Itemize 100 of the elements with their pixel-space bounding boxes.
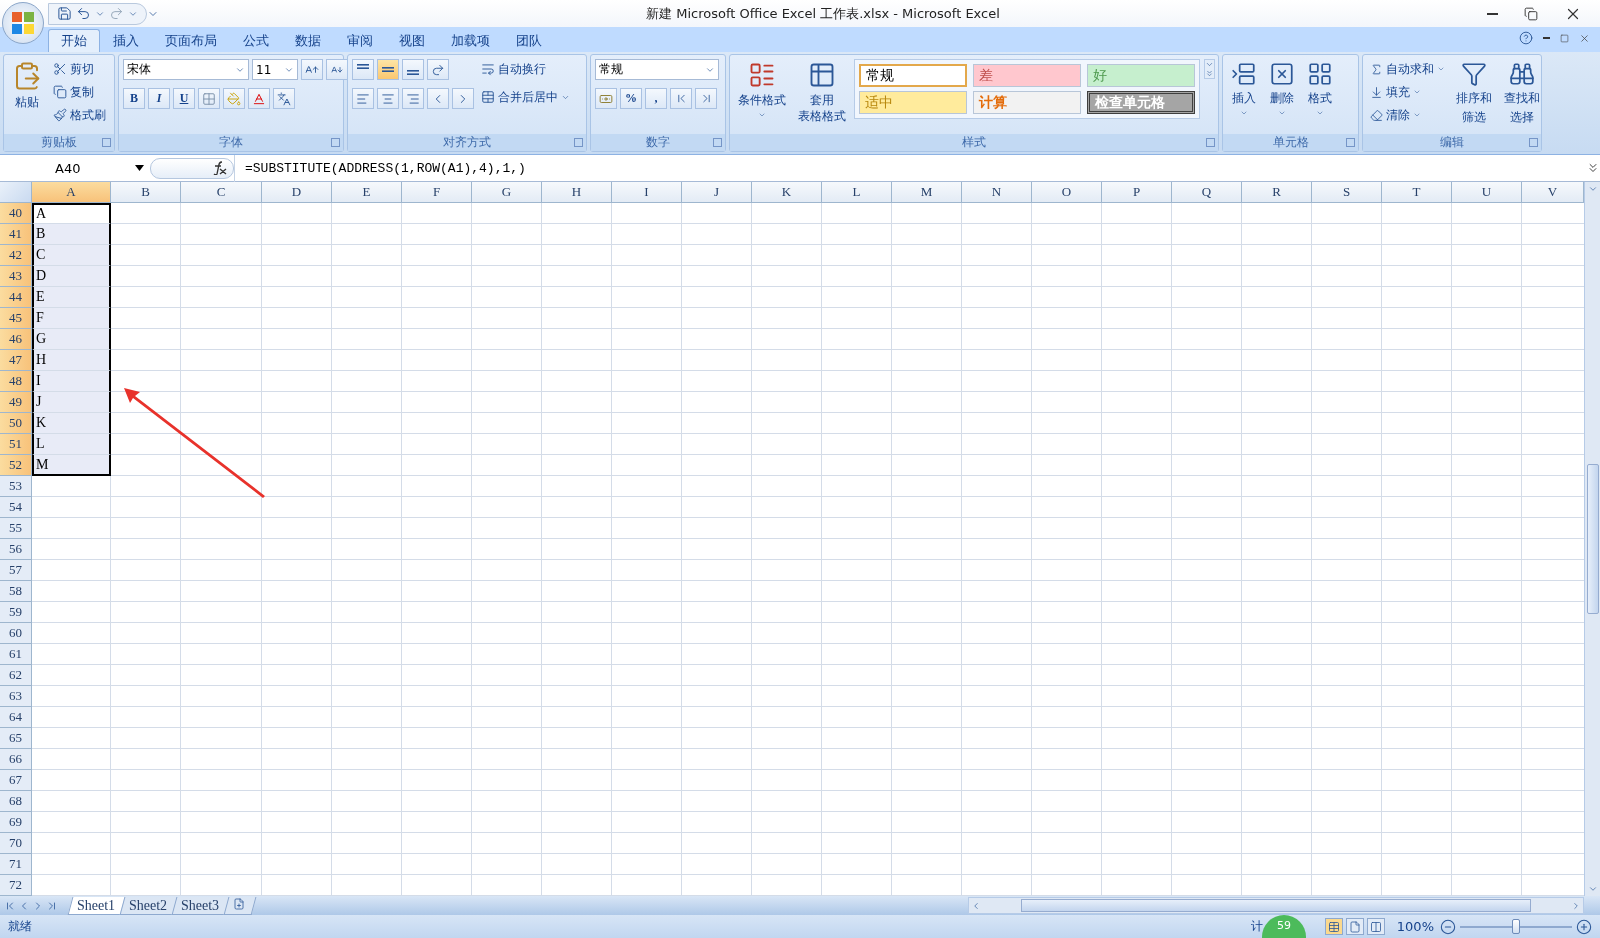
row-header[interactable]: 52 <box>0 455 32 476</box>
row-header[interactable]: 51 <box>0 434 32 455</box>
font-name-field[interactable]: 宋体 <box>123 59 249 80</box>
column-header[interactable]: A <box>32 182 111 203</box>
align-left-button[interactable] <box>352 88 374 109</box>
vertical-align-button[interactable] <box>402 59 424 80</box>
row-header[interactable]: 45 <box>0 308 32 329</box>
column-header[interactable]: K <box>752 182 822 203</box>
decrease-indent-button[interactable] <box>427 88 449 109</box>
row-header[interactable]: 71 <box>0 854 32 875</box>
align-center-button[interactable] <box>377 88 399 109</box>
font-style-button[interactable]: B <box>123 88 145 109</box>
row-header[interactable]: 47 <box>0 350 32 371</box>
column-header[interactable]: U <box>1452 182 1522 203</box>
column-header[interactable]: P <box>1102 182 1172 203</box>
row-header[interactable]: 48 <box>0 371 32 392</box>
column-header[interactable]: B <box>111 182 181 203</box>
dialog-launcher-icon[interactable] <box>1206 138 1215 147</box>
paste-button[interactable]: 粘贴 <box>8 59 46 112</box>
align-right-button[interactable] <box>402 88 424 109</box>
cell-style[interactable]: 常规 <box>859 64 967 87</box>
increase-indent-button[interactable] <box>452 88 474 109</box>
column-header[interactable]: V <box>1522 182 1584 203</box>
row-header[interactable]: 67 <box>0 770 32 791</box>
ribbon-tab[interactable]: 审阅 <box>334 29 386 52</box>
cells-button[interactable]: 插入 <box>1227 59 1261 119</box>
conditional-format-button[interactable]: 条件格式 <box>734 59 790 121</box>
number-format-field[interactable]: 常规 <box>595 59 719 80</box>
grow-font-button[interactable] <box>301 59 323 80</box>
formula-field[interactable]: =SUBSTITUTE(ADDRESS(1,ROW(A1),4),1,) <box>234 154 1586 182</box>
row-header[interactable]: 56 <box>0 539 32 560</box>
merge-center-button[interactable]: 合并后居中 <box>478 87 573 107</box>
fill-color-button[interactable] <box>223 88 245 109</box>
shrink-font-button[interactable] <box>326 59 348 80</box>
dialog-launcher-icon[interactable] <box>713 138 722 147</box>
row-header[interactable]: 57 <box>0 560 32 581</box>
view-button[interactable] <box>1366 918 1385 935</box>
row-header[interactable]: 58 <box>0 581 32 602</box>
column-header[interactable]: I <box>612 182 682 203</box>
row-header[interactable]: 61 <box>0 644 32 665</box>
row-header[interactable]: 42 <box>0 245 32 266</box>
currency-button[interactable] <box>595 88 617 109</box>
increase-decimal-button[interactable] <box>670 88 692 109</box>
column-header[interactable]: H <box>542 182 612 203</box>
horizontal-scrollbar[interactable] <box>968 897 1584 914</box>
decrease-decimal-button[interactable] <box>695 88 717 109</box>
column-header[interactable]: R <box>1242 182 1312 203</box>
dialog-launcher-icon[interactable] <box>102 138 111 147</box>
column-header[interactable]: M <box>892 182 962 203</box>
gallery-scroll[interactable] <box>1204 59 1215 79</box>
dialog-launcher-icon[interactable] <box>1529 138 1538 147</box>
ribbon-tab[interactable]: 插入 <box>100 29 152 52</box>
row-header[interactable]: 44 <box>0 287 32 308</box>
ribbon-tab[interactable]: 页面布局 <box>152 29 230 52</box>
dialog-launcher-icon[interactable] <box>1346 138 1355 147</box>
ribbon-tab[interactable]: 数据 <box>282 29 334 52</box>
phonetic-button[interactable] <box>273 88 295 109</box>
row-header[interactable]: 55 <box>0 518 32 539</box>
column-header[interactable]: E <box>332 182 402 203</box>
dialog-launcher-icon[interactable] <box>331 138 340 147</box>
scroll-thumb[interactable] <box>1586 464 1599 614</box>
font-color-button[interactable] <box>248 88 270 109</box>
row-header[interactable]: 49 <box>0 392 32 413</box>
column-header[interactable]: T <box>1382 182 1452 203</box>
column-header[interactable]: Q <box>1172 182 1242 203</box>
row-header[interactable]: 63 <box>0 686 32 707</box>
row-header[interactable]: 72 <box>0 875 32 896</box>
column-header[interactable]: L <box>822 182 892 203</box>
column-header[interactable]: S <box>1312 182 1382 203</box>
zoom-level[interactable]: 100% <box>1396 919 1434 934</box>
ribbon-tab[interactable]: 团队 <box>503 29 555 52</box>
orientation-button[interactable] <box>427 59 449 80</box>
row-header[interactable]: 46 <box>0 329 32 350</box>
vertical-align-button[interactable] <box>352 59 374 80</box>
sheet-tab[interactable]: Sheet3 <box>171 896 231 915</box>
sheet-tab[interactable]: Sheet2 <box>119 896 179 915</box>
office-button[interactable] <box>2 2 44 44</box>
wrap-text-button[interactable]: 自动换行 <box>478 59 573 79</box>
row-header[interactable]: 59 <box>0 602 32 623</box>
row-header[interactable]: 53 <box>0 476 32 497</box>
row-header[interactable]: 60 <box>0 623 32 644</box>
column-header[interactable]: F <box>402 182 472 203</box>
font-style-button[interactable]: I <box>148 88 170 109</box>
column-header[interactable]: D <box>262 182 332 203</box>
column-header[interactable]: O <box>1032 182 1102 203</box>
dialog-launcher-icon[interactable] <box>574 138 583 147</box>
editing-big-button[interactable]: 查找和 选择 <box>1500 59 1544 127</box>
ribbon-tab[interactable]: 开始 <box>48 29 100 52</box>
column-header[interactable]: C <box>181 182 262 203</box>
row-header[interactable]: 40 <box>0 203 32 224</box>
name-box[interactable]: A40 <box>0 157 150 179</box>
clipboard-button[interactable]: 复制 <box>50 82 109 102</box>
vertical-align-button[interactable] <box>377 59 399 80</box>
column-header[interactable]: G <box>472 182 542 203</box>
insert-sheet-tab[interactable] <box>223 896 257 915</box>
row-header[interactable]: 66 <box>0 749 32 770</box>
format-as-table-button[interactable]: 套用 表格格式 <box>794 59 850 126</box>
clipboard-button[interactable]: 剪切 <box>50 59 109 79</box>
row-header[interactable]: 65 <box>0 728 32 749</box>
ribbon-tab[interactable]: 视图 <box>386 29 438 52</box>
